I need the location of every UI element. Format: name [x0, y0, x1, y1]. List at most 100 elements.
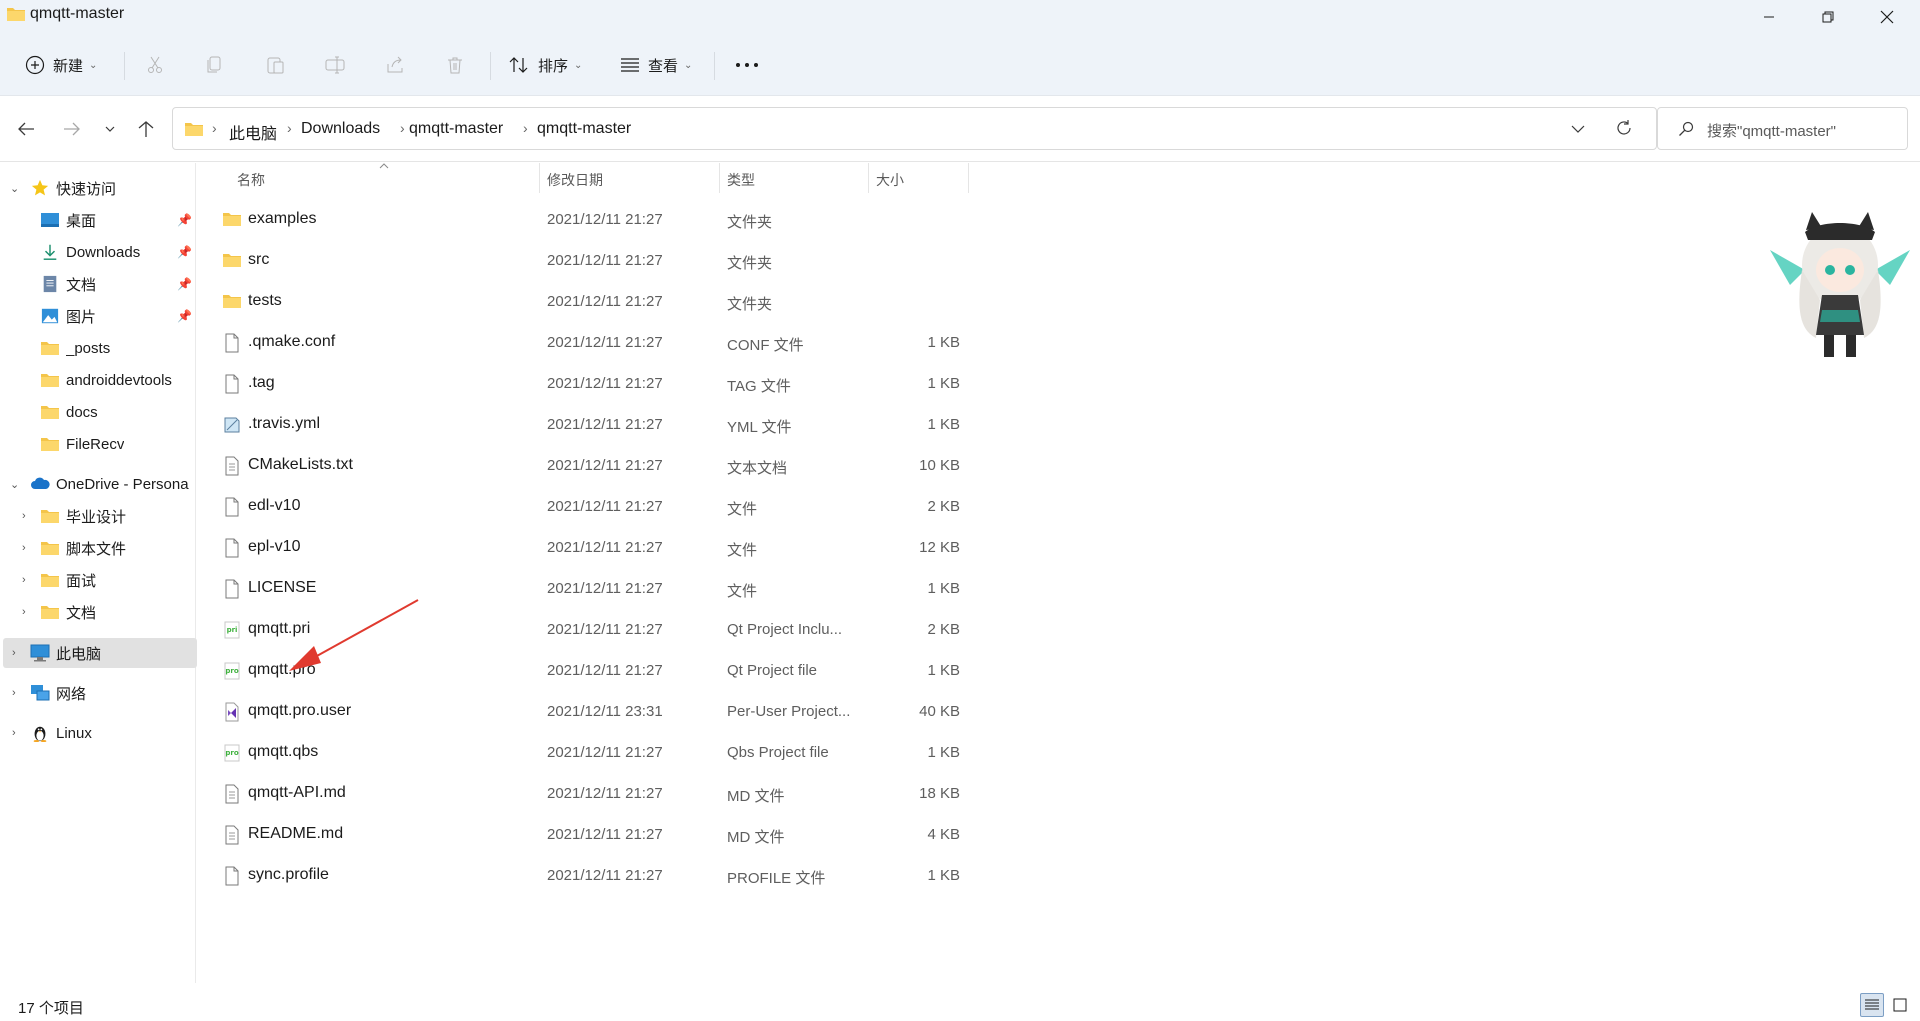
address-bar[interactable]: › 此电脑 › Downloads › qmqtt-master › qmqtt… — [172, 107, 1657, 150]
column-header-size[interactable]: 大小 — [876, 163, 904, 193]
sidebar-item-docs[interactable]: docs — [0, 397, 196, 427]
file-name: examples — [248, 210, 317, 227]
back-button[interactable] — [12, 116, 40, 142]
copy-button[interactable] — [205, 48, 225, 82]
column-divider[interactable] — [868, 163, 869, 193]
details-view-button[interactable] — [1860, 993, 1884, 1017]
file-row[interactable]: qmqtt-API.md 2021/12/11 21:27 MD 文件 18 KB — [218, 773, 1168, 814]
file-date-modified: 2021/12/11 21:27 — [547, 867, 663, 884]
sidebar-item-script-files[interactable]: › 脚本文件 — [0, 533, 196, 563]
view-button[interactable]: 查看 ⌄ — [620, 48, 692, 82]
file-row[interactable]: tests 2021/12/11 21:27 文件夹 — [218, 281, 1168, 322]
file-row[interactable]: LICENSE 2021/12/11 21:27 文件 1 KB — [218, 568, 1168, 609]
file-date-modified: 2021/12/11 21:27 — [547, 293, 663, 310]
breadcrumb-qmqtt-master-2[interactable]: qmqtt-master — [537, 120, 631, 138]
delete-button[interactable] — [445, 48, 465, 82]
sidebar-label: androiddevtools — [66, 371, 172, 389]
file-date-modified: 2021/12/11 21:27 — [547, 498, 663, 515]
file-row[interactable]: src 2021/12/11 21:27 文件夹 — [218, 240, 1168, 281]
search-box[interactable]: 搜索"qmqtt-master" — [1657, 107, 1908, 150]
chevron-right-icon[interactable]: › — [12, 687, 16, 699]
new-button[interactable]: 新建 ⌄ — [25, 48, 97, 82]
chevron-down-icon[interactable] — [1571, 123, 1585, 135]
refresh-icon[interactable] — [1615, 119, 1633, 137]
sidebar-item-documents[interactable]: 文档 📌 — [0, 269, 196, 299]
yml-file-icon — [222, 415, 242, 435]
cut-button[interactable] — [145, 48, 165, 82]
file-row[interactable]: examples 2021/12/11 21:27 文件夹 — [218, 199, 1168, 240]
share-icon — [387, 56, 403, 73]
file-row[interactable]: epl-v10 2021/12/11 21:27 文件 12 KB — [218, 527, 1168, 568]
sidebar-this-pc[interactable]: › 此电脑 — [3, 638, 197, 668]
search-input[interactable]: 搜索"qmqtt-master" — [1707, 120, 1836, 141]
file-list: 名称 修改日期 类型 大小 examples 2021/12/11 21:27 文件… — [198, 163, 1920, 983]
forward-button[interactable] — [58, 116, 86, 142]
file-row[interactable]: qmqtt.pro.user 2021/12/11 23:31 Per-User P… — [218, 691, 1168, 732]
chevron-right-icon[interactable]: › — [12, 727, 16, 739]
chevron-down-icon[interactable]: ⌄ — [10, 478, 19, 491]
file-row[interactable]: pro qmqtt.pro 2021/12/11 21:27 Qt Project f… — [218, 650, 1168, 691]
file-type: Qbs Project file — [727, 744, 829, 761]
sidebar-item-androiddevtools[interactable]: androiddevtools — [0, 365, 196, 395]
file-row[interactable]: edl-v10 2021/12/11 21:27 文件 2 KB — [218, 486, 1168, 527]
folder-icon — [41, 574, 59, 587]
file-name: qmqtt.qbs — [248, 743, 319, 760]
column-header-date[interactable]: 修改日期 — [547, 163, 603, 193]
chevron-right-icon[interactable]: › — [22, 606, 26, 618]
sidebar-item-posts[interactable]: _posts — [0, 333, 196, 363]
file-row[interactable]: .tag 2021/12/11 21:27 TAG 文件 1 KB — [218, 363, 1168, 404]
chevron-right-icon[interactable]: › — [22, 574, 26, 586]
folder-icon — [41, 510, 59, 523]
sidebar-item-pictures[interactable]: 图片 📌 — [0, 301, 196, 331]
share-button[interactable] — [385, 48, 405, 82]
sidebar-item-interview[interactable]: › 面试 — [0, 565, 196, 595]
sidebar-onedrive[interactable]: ⌄ OneDrive - Persona — [0, 469, 196, 499]
recent-locations-button[interactable] — [96, 116, 124, 142]
file-date-modified: 2021/12/11 21:27 — [547, 334, 663, 351]
sidebar-quick-access[interactable]: ⌄ 快速访问 — [0, 173, 196, 203]
sidebar-item-downloads[interactable]: Downloads 📌 — [0, 237, 196, 267]
svg-text:pri: pri — [227, 626, 238, 634]
restore-button[interactable] — [1799, 0, 1857, 34]
column-divider[interactable] — [539, 163, 540, 193]
column-divider[interactable] — [968, 163, 969, 193]
breadcrumb-downloads[interactable]: Downloads — [301, 120, 380, 138]
sidebar-item-filerecv[interactable]: FileRecv — [0, 429, 196, 459]
paste-button[interactable] — [265, 48, 285, 82]
sidebar-item-desktop[interactable]: 桌面 📌 — [0, 205, 196, 235]
chevron-right-icon[interactable]: › — [22, 542, 26, 554]
sidebar-item-graduation-project[interactable]: › 毕业设计 — [0, 501, 196, 531]
sidebar-network[interactable]: › 网络 — [0, 678, 196, 708]
sidebar-linux[interactable]: › Linux — [0, 718, 196, 748]
file-row[interactable]: pri qmqtt.pri 2021/12/11 21:27 Qt Project I… — [218, 609, 1168, 650]
chevron-down-icon[interactable]: ⌄ — [10, 182, 19, 195]
file-row[interactable]: .travis.yml 2021/12/11 21:27 YML 文件 1 KB — [218, 404, 1168, 445]
sort-button[interactable]: 排序 ⌄ — [508, 48, 582, 82]
up-button[interactable] — [132, 116, 160, 142]
column-header-name[interactable]: 名称 — [237, 163, 265, 193]
file-row[interactable]: CMakeLists.txt 2021/12/11 21:27 文本文档 10 KB — [218, 445, 1168, 486]
breadcrumb-this-pc[interactable]: 此电脑 — [229, 120, 277, 144]
more-button[interactable] — [735, 48, 759, 82]
text-file-icon — [222, 456, 242, 476]
file-row[interactable]: sync.profile 2021/12/11 21:27 PROFILE 文件 1 … — [218, 855, 1168, 896]
chevron-down-icon: ⌄ — [89, 59, 98, 71]
close-button[interactable] — [1858, 0, 1916, 34]
rename-button[interactable] — [325, 48, 345, 82]
file-type: MD 文件 — [727, 788, 785, 805]
file-row[interactable]: pro qmqtt.qbs 2021/12/11 21:27 Qbs Project … — [218, 732, 1168, 773]
file-type: MD 文件 — [727, 829, 785, 846]
file-name: .travis.yml — [248, 415, 320, 432]
column-divider[interactable] — [719, 163, 720, 193]
qt-pro-icon: pro — [222, 743, 242, 763]
file-row[interactable]: README.md 2021/12/11 21:27 MD 文件 4 KB — [218, 814, 1168, 855]
minimize-button[interactable] — [1740, 0, 1798, 34]
file-size: 4 KB — [927, 826, 960, 843]
sidebar-item-onedrive-documents[interactable]: › 文档 — [0, 597, 196, 627]
breadcrumb-qmqtt-master-1[interactable]: qmqtt-master — [409, 120, 503, 138]
chevron-right-icon[interactable]: › — [12, 647, 16, 659]
column-header-type[interactable]: 类型 — [727, 163, 755, 193]
file-row[interactable]: .qmake.conf 2021/12/11 21:27 CONF 文件 1 KB — [218, 322, 1168, 363]
chevron-right-icon[interactable]: › — [22, 510, 26, 522]
thumbnails-view-button[interactable] — [1888, 993, 1912, 1017]
